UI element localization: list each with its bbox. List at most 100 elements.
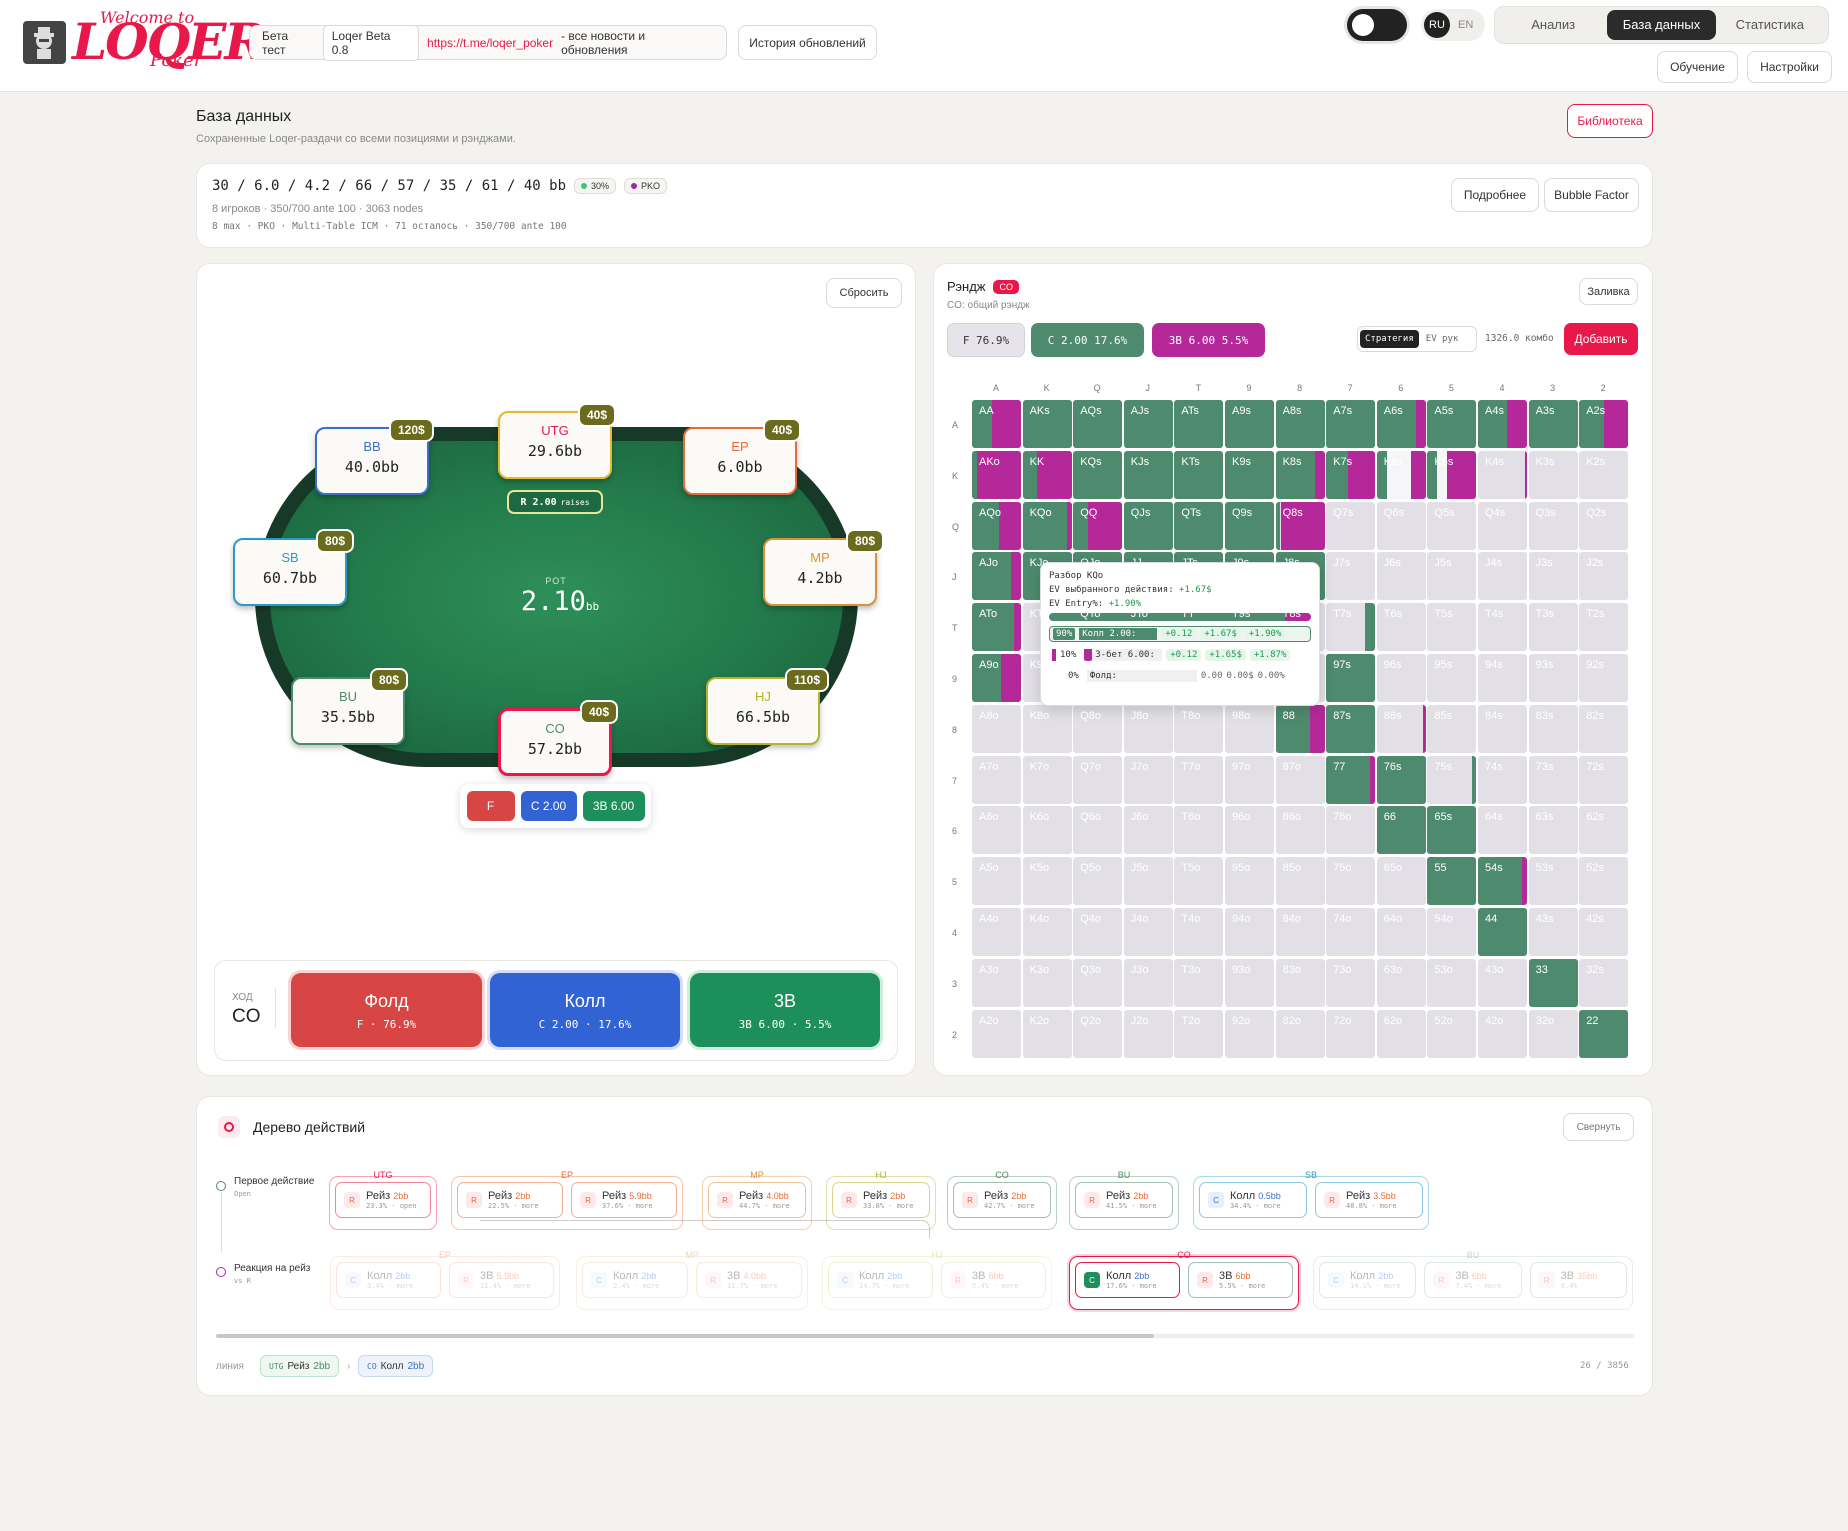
hand-cell-65s[interactable]: 65s: [1427, 806, 1477, 855]
hand-cell-J5o[interactable]: J5o: [1123, 857, 1173, 906]
hand-cell-AJo[interactable]: AJo: [972, 552, 1021, 601]
tab-database[interactable]: База данных: [1607, 10, 1716, 40]
hand-cell-K8o[interactable]: K8o: [1022, 704, 1072, 753]
hand-cell-93o[interactable]: 93o: [1225, 958, 1274, 1007]
hand-cell-QJs[interactable]: QJs: [1123, 501, 1173, 550]
hand-cell-83o[interactable]: 83o: [1275, 958, 1325, 1007]
line-step-2[interactable]: CO Колл 2bb: [358, 1355, 434, 1377]
hand-cell-K3o[interactable]: K3o: [1022, 958, 1072, 1007]
hand-cell-A6o[interactable]: A6o: [972, 806, 1021, 855]
hand-cell-64o[interactable]: 64o: [1376, 908, 1426, 956]
hand-cell-Q8o[interactable]: Q8o: [1073, 704, 1123, 753]
hand-cell-92o[interactable]: 92o: [1225, 1009, 1274, 1058]
hand-cell-A8o[interactable]: A8o: [972, 704, 1021, 753]
tree-node[interactable]: R 3B 6bb 5.5% · more: [1188, 1262, 1293, 1298]
tree-node[interactable]: R 3B 4.0bb 11.7% · more: [696, 1262, 802, 1298]
hand-cell-66[interactable]: 66: [1376, 806, 1426, 855]
hand-cell-A3s[interactable]: A3s: [1528, 400, 1578, 448]
hand-cell-93s[interactable]: 93s: [1528, 654, 1578, 702]
hand-cell-K2s[interactable]: K2s: [1579, 450, 1629, 499]
tree-node[interactable]: R Рейз 2bb 33.8% · more: [832, 1182, 930, 1218]
hand-cell-97o[interactable]: 97o: [1225, 755, 1274, 804]
hand-cell-K2o[interactable]: K2o: [1022, 1009, 1072, 1058]
hand-cell-76s[interactable]: 76s: [1376, 755, 1426, 804]
hand-cell-KTs[interactable]: KTs: [1174, 450, 1224, 499]
hand-cell-72o[interactable]: 72o: [1326, 1009, 1376, 1058]
hand-cell-J6o[interactable]: J6o: [1123, 806, 1173, 855]
hand-cell-K7o[interactable]: K7o: [1022, 755, 1072, 804]
hand-cell-87s[interactable]: 87s: [1326, 704, 1376, 753]
hand-cell-A3o[interactable]: A3o: [972, 958, 1021, 1007]
tree-node[interactable]: C Колл 2bb 14.1% · more: [1319, 1262, 1417, 1298]
hand-cell-53o[interactable]: 53o: [1427, 958, 1477, 1007]
hand-cell-A7s[interactable]: A7s: [1326, 400, 1376, 448]
hand-cell-95o[interactable]: 95o: [1225, 857, 1274, 906]
hand-cell-K6s[interactable]: K6s: [1376, 450, 1426, 499]
mode-ev[interactable]: EV рук: [1421, 330, 1464, 348]
hand-cell-87o[interactable]: 87o: [1275, 755, 1325, 804]
bubble-factor-button[interactable]: Bubble Factor: [1544, 178, 1639, 212]
hand-cell-A5s[interactable]: A5s: [1427, 400, 1477, 448]
hand-cell-77[interactable]: 77: [1326, 755, 1376, 804]
hand-cell-43s[interactable]: 43s: [1528, 908, 1578, 956]
tree-node[interactable]: C Колл 2bb 3.4% · more: [336, 1262, 441, 1298]
fill-button[interactable]: Заливка: [1579, 278, 1638, 305]
hand-cell-K4s[interactable]: K4s: [1478, 450, 1527, 499]
hand-cell-J3s[interactable]: J3s: [1528, 552, 1578, 601]
hand-cell-T4s[interactable]: T4s: [1478, 603, 1527, 652]
hand-cell-63o[interactable]: 63o: [1376, 958, 1426, 1007]
hand-cell-96o[interactable]: 96o: [1225, 806, 1274, 855]
hand-cell-AKs[interactable]: AKs: [1022, 400, 1072, 448]
tree-scroll-thumb[interactable]: [216, 1334, 1154, 1338]
hand-cell-K9s[interactable]: K9s: [1225, 450, 1274, 499]
hand-cell-A9s[interactable]: A9s: [1225, 400, 1274, 448]
hand-cell-42s[interactable]: 42s: [1579, 908, 1629, 956]
hand-cell-32s[interactable]: 32s: [1579, 958, 1629, 1007]
mini-3bet-button[interactable]: 3B 6.00: [582, 791, 645, 821]
hand-cell-65o[interactable]: 65o: [1376, 857, 1426, 906]
hand-cell-74o[interactable]: 74o: [1326, 908, 1376, 956]
settings-button[interactable]: Настройки: [1747, 51, 1832, 83]
3bet-chip[interactable]: 3B 6.00 5.5%: [1152, 323, 1265, 357]
fold-action-button[interactable]: Фолд F · 76.9%: [291, 973, 482, 1047]
hand-cell-52o[interactable]: 52o: [1427, 1009, 1477, 1058]
hand-cell-Q6o[interactable]: Q6o: [1073, 806, 1123, 855]
mode-strategy[interactable]: Стратегия: [1360, 330, 1419, 348]
hand-cell-88[interactable]: 88: [1275, 704, 1325, 753]
details-button[interactable]: Подробнее: [1451, 178, 1539, 212]
mini-fold-button[interactable]: F: [466, 791, 515, 821]
hand-cell-72s[interactable]: 72s: [1579, 755, 1629, 804]
hand-cell-84o[interactable]: 84o: [1275, 908, 1325, 956]
hand-cell-T7o[interactable]: T7o: [1174, 755, 1224, 804]
hand-cell-KQs[interactable]: KQs: [1073, 450, 1123, 499]
add-button[interactable]: Добавить: [1564, 323, 1638, 355]
hand-cell-J3o[interactable]: J3o: [1123, 958, 1173, 1007]
history-button[interactable]: История обновлений: [738, 25, 877, 60]
hand-cell-T6o[interactable]: T6o: [1174, 806, 1224, 855]
hand-cell-K5s[interactable]: K5s: [1427, 450, 1477, 499]
tree-node[interactable]: C Колл 0.5bb 34.4% · more: [1199, 1182, 1307, 1218]
hand-cell-97s[interactable]: 97s: [1326, 654, 1376, 702]
hand-cell-T7s[interactable]: T7s: [1326, 603, 1376, 652]
fold-chip[interactable]: F 76.9%: [947, 323, 1025, 357]
hand-cell-KQo[interactable]: KQo: [1022, 501, 1072, 550]
hand-cell-ATs[interactable]: ATs: [1174, 400, 1224, 448]
hand-cell-K7s[interactable]: K7s: [1326, 450, 1376, 499]
tree-node[interactable]: C Колл 2bb 2.4% · more: [582, 1262, 688, 1298]
hand-cell-96s[interactable]: 96s: [1376, 654, 1426, 702]
tree-node[interactable]: R Рейз 4.0bb 44.7% · more: [708, 1182, 806, 1218]
tree-node[interactable]: R 3B 6bb 5.4% · more: [941, 1262, 1046, 1298]
tree-node[interactable]: R Рейз 3.5bb 48.8% · more: [1315, 1182, 1423, 1218]
hand-cell-55[interactable]: 55: [1427, 857, 1477, 906]
telegram-link[interactable]: https://t.me/loqer_poker: [427, 36, 553, 50]
hand-cell-A8s[interactable]: A8s: [1275, 400, 1325, 448]
hand-cell-A4o[interactable]: A4o: [972, 908, 1021, 956]
hand-cell-T5s[interactable]: T5s: [1427, 603, 1477, 652]
hand-cell-KJs[interactable]: KJs: [1123, 450, 1173, 499]
hand-cell-AQs[interactable]: AQs: [1073, 400, 1123, 448]
hand-cell-A7o[interactable]: A7o: [972, 755, 1021, 804]
hand-cell-82o[interactable]: 82o: [1275, 1009, 1325, 1058]
hand-cell-94o[interactable]: 94o: [1225, 908, 1274, 956]
tree-node[interactable]: R Рейз 2bb 41.5% · more: [1075, 1182, 1173, 1218]
hand-cell-K8s[interactable]: K8s: [1275, 450, 1325, 499]
